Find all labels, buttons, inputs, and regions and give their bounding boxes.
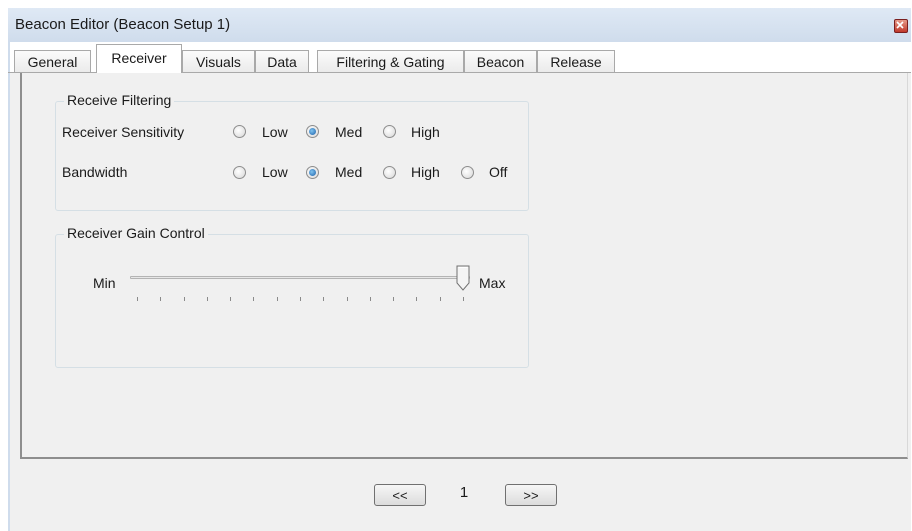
group-title: Receiver Gain Control [64,225,208,241]
slider-max-label: Max [479,275,506,291]
bandwidth-off-radio[interactable] [461,166,474,179]
tab-general[interactable]: General [14,50,91,72]
slider-tick [230,297,231,301]
tab-strip: General Receiver Visuals Data Filtering … [8,42,911,73]
receive-filtering-group: Receive Filtering [55,92,529,211]
bandwidth-low-label[interactable]: Low [262,164,288,180]
sensitivity-high-radio[interactable] [383,125,396,138]
previous-page-button[interactable]: << [374,484,426,506]
tab-data[interactable]: Data [255,50,309,72]
slider-tick [440,297,441,301]
bandwidth-med-label[interactable]: Med [335,164,362,180]
tab-visuals[interactable]: Visuals [182,50,255,72]
bandwidth-label: Bandwidth [62,164,128,180]
sensitivity-low-label[interactable]: Low [262,124,288,140]
slider-tick [300,297,301,301]
slider-tick [277,297,278,301]
slider-tick [137,297,138,301]
sensitivity-label: Receiver Sensitivity [62,124,185,140]
window-title: Beacon Editor (Beacon Setup 1) [15,16,231,33]
slider-tick [323,297,324,301]
window-left-edge [8,42,10,531]
slider-tick [207,297,208,301]
slider-tick [370,297,371,301]
tab-release[interactable]: Release [537,50,615,72]
slider-tick [253,297,254,301]
slider-tick [160,297,161,301]
tab-receiver[interactable]: Receiver [96,44,182,73]
bandwidth-low-radio[interactable] [233,166,246,179]
slider-tick [416,297,417,301]
slider-tick [393,297,394,301]
bandwidth-high-label[interactable]: High [411,164,440,180]
slider-tick [184,297,185,301]
gain-slider-track[interactable] [130,276,470,279]
slider-tick [463,297,464,301]
close-icon[interactable] [894,19,908,33]
bandwidth-med-radio[interactable] [306,166,319,179]
next-page-button[interactable]: >> [505,484,557,506]
gain-slider-thumb[interactable] [456,265,470,291]
slider-tick [347,297,348,301]
group-title: Receive Filtering [64,92,175,108]
sensitivity-low-radio[interactable] [233,125,246,138]
title-bar: Beacon Editor (Beacon Setup 1) [8,8,911,42]
gain-control-group: Receiver Gain Control [55,225,529,368]
sensitivity-med-label[interactable]: Med [335,124,362,140]
sensitivity-med-radio[interactable] [306,125,319,138]
bandwidth-high-radio[interactable] [383,166,396,179]
slider-min-label: Min [93,275,116,291]
bandwidth-off-label[interactable]: Off [489,164,507,180]
page-number: 1 [459,484,469,501]
tab-beacon[interactable]: Beacon [464,50,537,72]
sensitivity-high-label[interactable]: High [411,124,440,140]
tab-filtering-gating[interactable]: Filtering & Gating [317,50,464,72]
